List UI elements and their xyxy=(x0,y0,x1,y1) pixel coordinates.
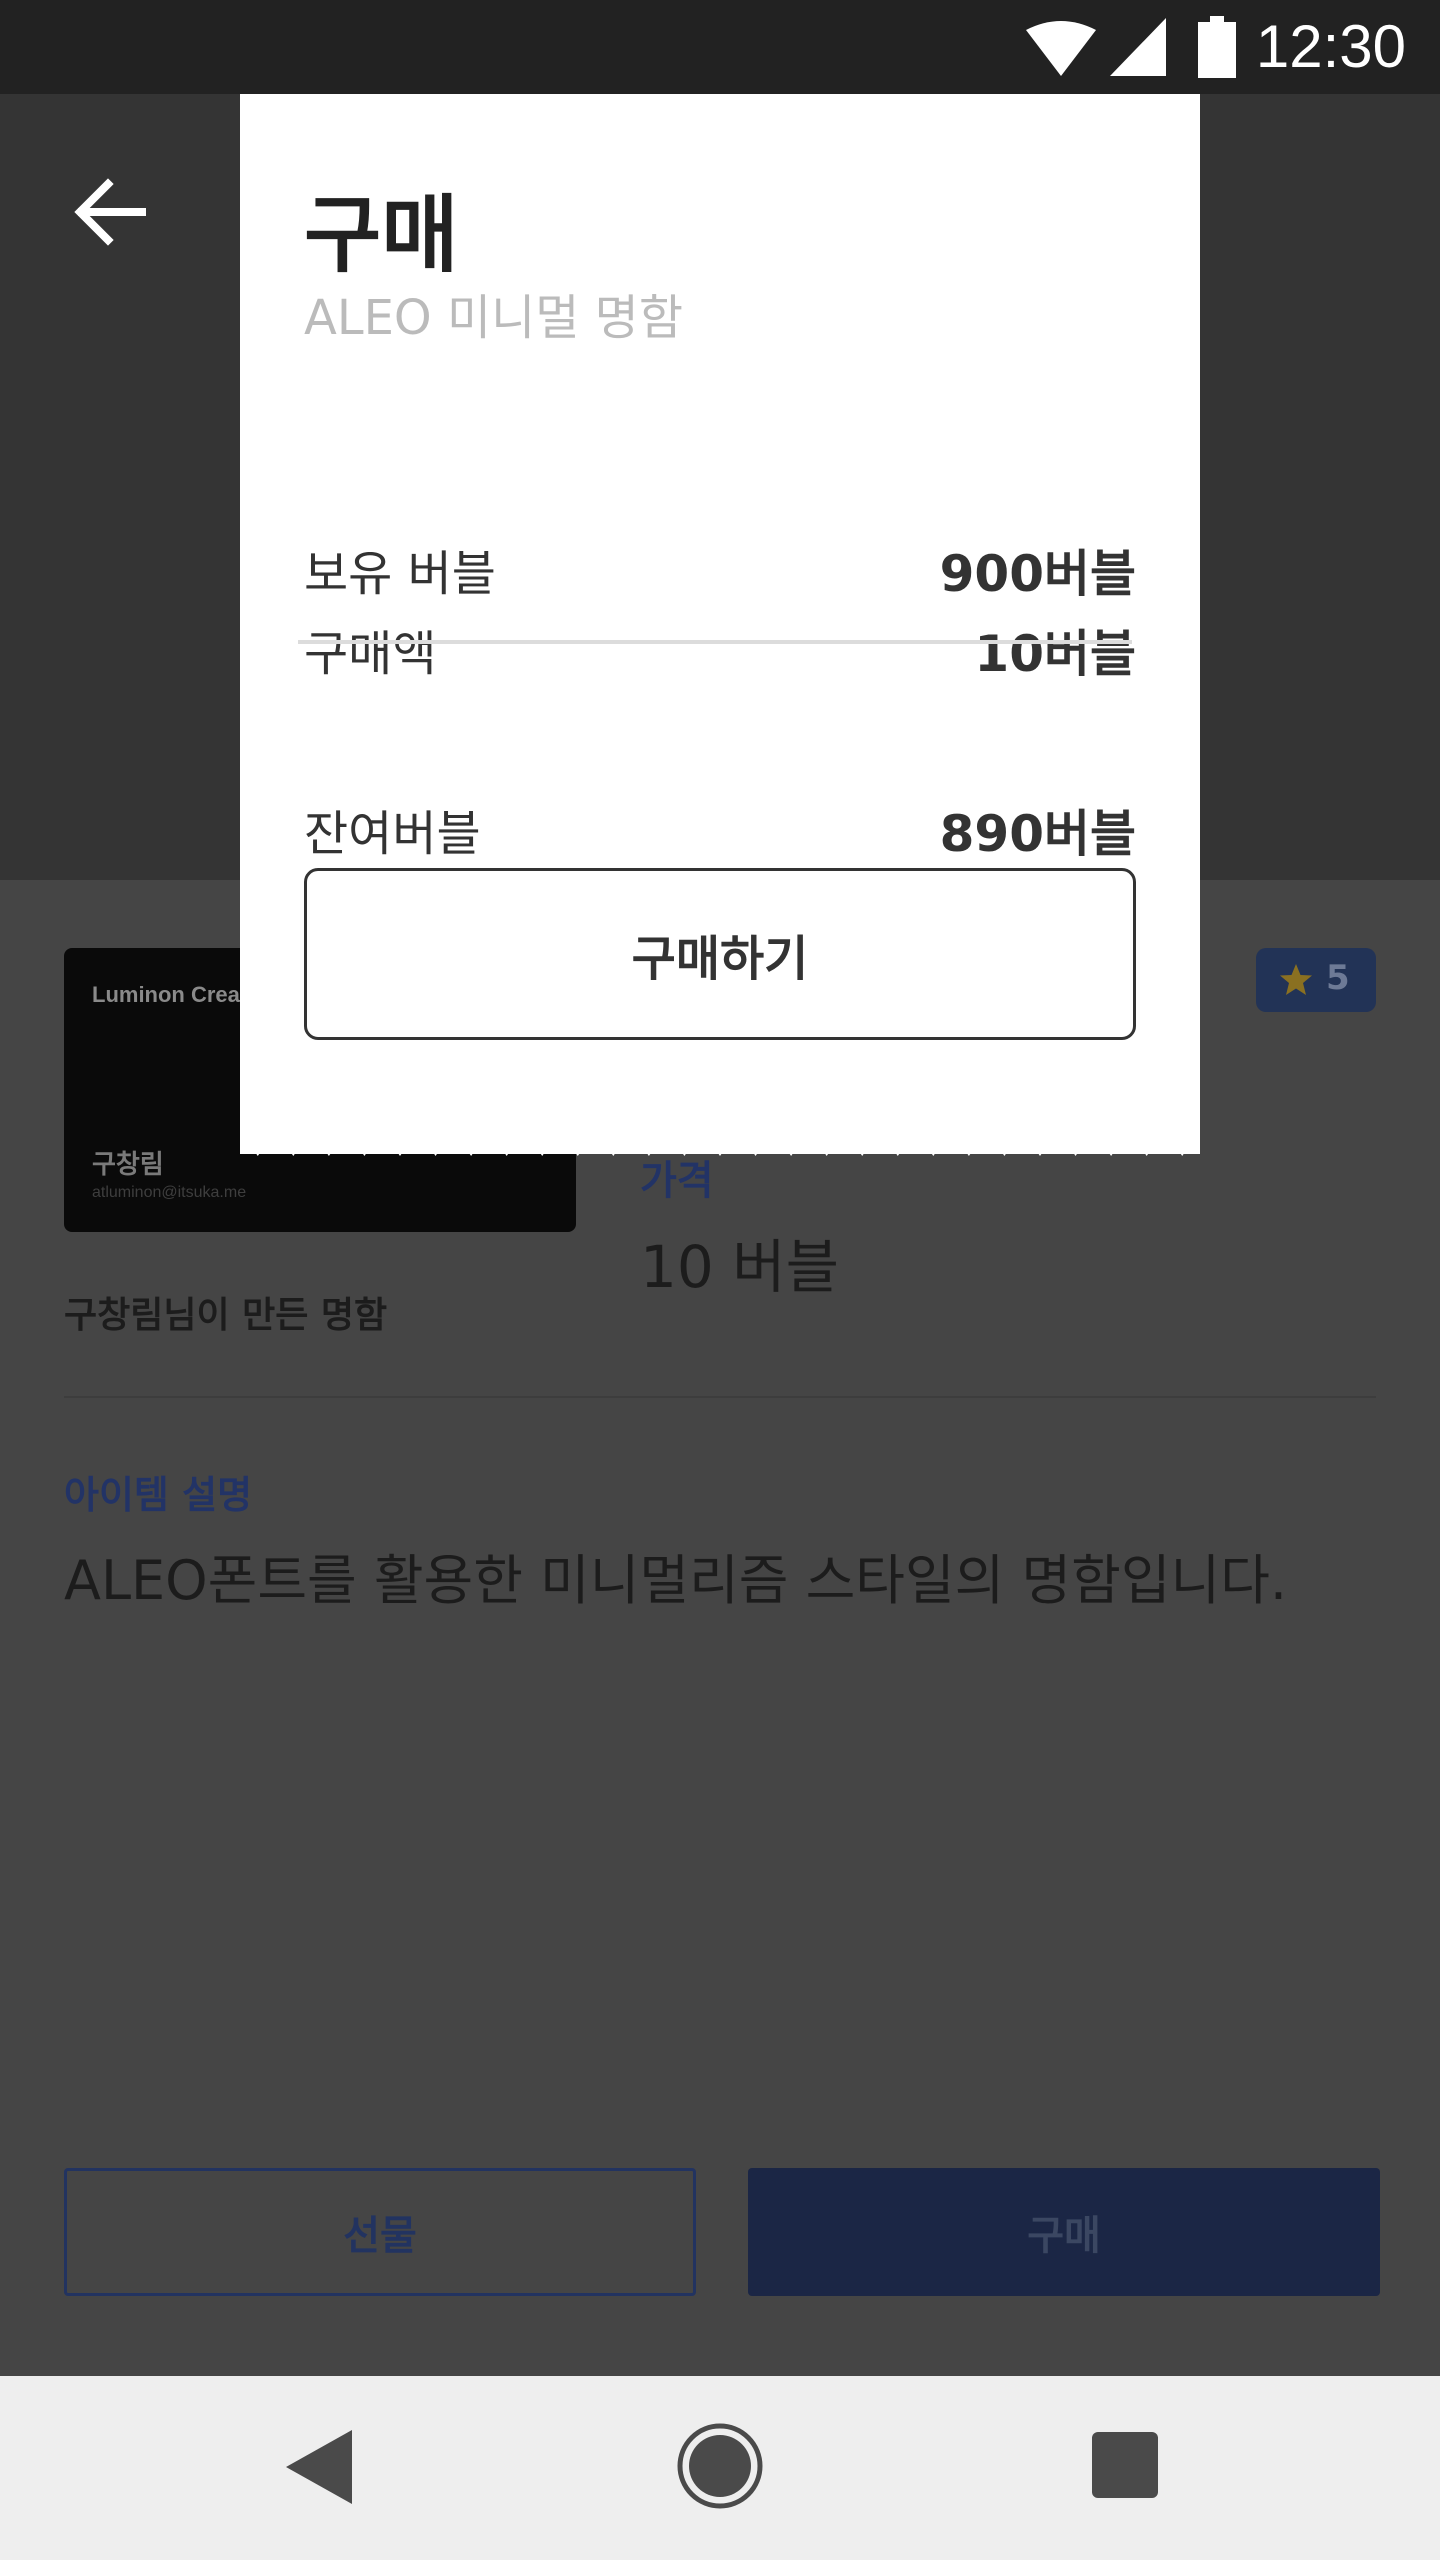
rating-badge: 5 xyxy=(1256,948,1376,1012)
signal-icon xyxy=(1110,18,1166,76)
purchase-modal: 구매 ALEO 미니멀 명함 보유 버블 900버블 구매액 10버블 잔여버블… xyxy=(240,94,1200,1154)
purchase-amount-label: 구매액 xyxy=(304,626,437,682)
buy-button[interactable]: 구매 xyxy=(748,2168,1380,2296)
remaining-bubble-label: 잔여버블 xyxy=(304,806,481,862)
star-icon xyxy=(1280,964,1312,995)
price-label: 가격 xyxy=(640,1158,714,1204)
description-label: 아이템 설명 xyxy=(64,1473,253,1517)
maker-label: 구창림님이 만든 명함 xyxy=(64,1295,388,1336)
arrow-left-icon[interactable] xyxy=(72,174,148,250)
owned-bubble-value: 900버블 xyxy=(939,545,1136,603)
navigation-bar xyxy=(0,2376,1440,2560)
gift-button[interactable]: 선물 xyxy=(64,2168,696,2296)
modal-divider xyxy=(298,640,1132,644)
battery-icon xyxy=(1198,16,1236,78)
divider xyxy=(64,1396,1376,1398)
status-time: 12:30 xyxy=(1255,13,1406,80)
owned-bubble-label: 보유 버블 xyxy=(304,546,496,602)
modal-title: 구매 xyxy=(304,186,459,284)
remaining-bubble-value: 890버블 xyxy=(939,805,1136,863)
price-value: 10 버블 xyxy=(640,1233,839,1301)
back-triangle-icon[interactable] xyxy=(282,2426,354,2508)
wifi-icon xyxy=(1026,21,1096,76)
description-text: ALEO폰트를 활용한 미니멀리즘 스타일의 명함입니다. xyxy=(64,1549,1288,1612)
card-name: 구창림 xyxy=(92,1150,164,1180)
card-email: atluminon@itsuka.me xyxy=(92,1184,247,1201)
card-company: Luminon Crea xyxy=(92,982,240,1007)
status-bar: 12:30 xyxy=(0,0,1440,94)
home-circle-icon[interactable] xyxy=(676,2422,764,2510)
rating-value: 5 xyxy=(1326,958,1350,998)
purchase-amount-value: 10버블 xyxy=(974,625,1136,683)
receipt-zigzag-edge xyxy=(240,1130,1200,1156)
purchase-button[interactable]: 구매하기 xyxy=(304,868,1136,1040)
recent-square-icon[interactable] xyxy=(1092,2432,1158,2498)
modal-subtitle: ALEO 미니멀 명함 xyxy=(304,290,684,346)
